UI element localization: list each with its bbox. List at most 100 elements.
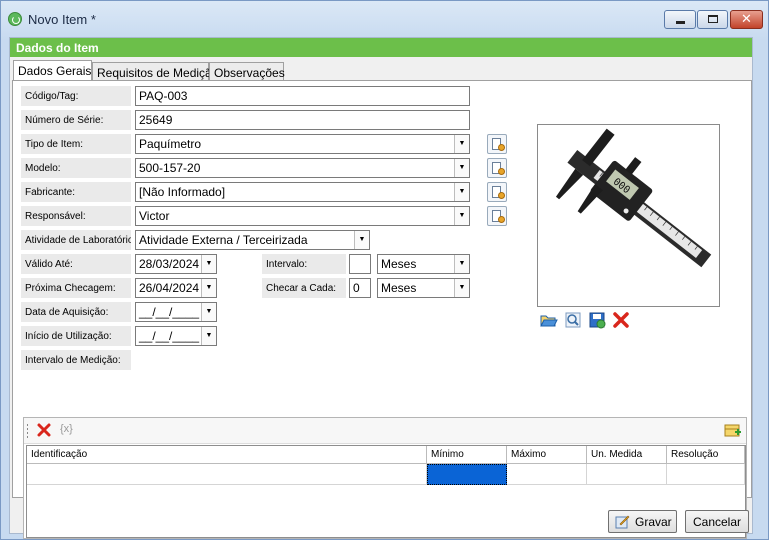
modelo-value: 500-157-20 <box>139 161 201 175</box>
gear-icon <box>498 216 505 223</box>
checar-input[interactable]: 0 <box>349 278 371 298</box>
intervalo-unit-select[interactable]: Meses ▼ <box>377 254 470 274</box>
fabricante-edit-button[interactable] <box>487 182 507 202</box>
chevron-down-icon[interactable]: ▼ <box>201 327 216 345</box>
delete-icon[interactable] <box>612 311 630 329</box>
magnify-icon[interactable] <box>564 311 582 329</box>
aquisicao-value: __/__/____ <box>139 305 200 319</box>
chevron-down-icon[interactable]: ▼ <box>201 303 216 321</box>
valido-value: 28/03/2024 <box>139 257 200 271</box>
proxima-value: 26/04/2024 <box>139 281 200 295</box>
save-icon[interactable] <box>588 311 606 329</box>
minimize-button[interactable] <box>664 10 696 29</box>
grip-icon <box>27 424 28 438</box>
inicio-date-picker[interactable]: __/__/____ ▼ <box>135 326 217 346</box>
fabricante-value: [Não Informado] <box>139 185 226 199</box>
formula-icon[interactable]: {x} <box>60 423 73 435</box>
column-header-identificacao[interactable]: Identificação <box>27 446 427 464</box>
dialog-body: Dados do Item Dados Gerais Requisitos de… <box>9 37 753 539</box>
maximize-icon <box>708 15 718 23</box>
responsavel-select[interactable]: Victor ▼ <box>135 206 470 226</box>
item-photo: 000 <box>537 124 720 307</box>
intervalo-unit-value: Meses <box>381 257 417 271</box>
intervalo-input[interactable] <box>349 254 371 274</box>
atividade-label: Atividade de Laboratório: <box>21 230 131 250</box>
gear-icon <box>498 144 505 151</box>
edit-save-icon <box>615 515 630 529</box>
valido-date-picker[interactable]: 28/03/2024 ▼ <box>135 254 217 274</box>
window-title: Novo Item * <box>28 12 96 27</box>
inicio-label: Início de Utilização: <box>21 326 131 346</box>
chevron-down-icon[interactable]: ▼ <box>454 135 469 153</box>
tab-panel: Código/Tag: PAQ-003 Número de Série: 256… <box>12 80 752 539</box>
table-cell-selected[interactable] <box>427 464 507 485</box>
dialog-window: Novo Item * ✕ Dados do Item Dados Gerais… <box>0 0 769 540</box>
folder-open-icon[interactable] <box>540 311 558 329</box>
column-header-minimo[interactable]: Mínimo <box>427 446 507 464</box>
responsavel-edit-button[interactable] <box>487 206 507 226</box>
intervalo-label: Intervalo: <box>262 254 346 274</box>
tab-dados-gerais[interactable]: Dados Gerais <box>13 60 92 81</box>
checar-unit-select[interactable]: Meses ▼ <box>377 278 470 298</box>
caliper-image: 000 <box>555 128 712 268</box>
grid-toolbar: {x} <box>24 418 746 444</box>
chevron-down-icon[interactable]: ▼ <box>454 183 469 201</box>
chevron-down-icon[interactable]: ▼ <box>454 279 469 297</box>
valido-label: Válido Até: <box>21 254 131 274</box>
aquisicao-label: Data de Aquisição: <box>21 302 131 322</box>
gear-icon <box>498 168 505 175</box>
intervalo-medicao-label: Intervalo de Medição: <box>21 350 131 370</box>
chevron-down-icon[interactable]: ▼ <box>454 159 469 177</box>
table-cell[interactable] <box>27 464 427 485</box>
tipo-select[interactable]: Paquímetro ▼ <box>135 134 470 154</box>
serie-input[interactable]: 25649 <box>135 110 470 130</box>
codigo-input[interactable]: PAQ-003 <box>135 86 470 106</box>
minimize-icon <box>676 21 685 24</box>
checar-label: Checar a Cada: <box>262 278 346 298</box>
codigo-label: Código/Tag: <box>21 86 131 106</box>
tab-requisitos-medicao[interactable]: Requisitos de Medição <box>92 62 218 81</box>
chevron-down-icon[interactable]: ▼ <box>201 255 216 273</box>
table-cell[interactable] <box>507 464 587 485</box>
atividade-value: Atividade Externa / Terceirizada <box>139 233 308 247</box>
aquisicao-date-picker[interactable]: __/__/____ ▼ <box>135 302 217 322</box>
table-cell[interactable] <box>667 464 745 485</box>
maximize-button[interactable] <box>697 10 728 29</box>
cancel-button[interactable]: Cancelar <box>685 510 749 533</box>
table-cell[interactable] <box>587 464 667 485</box>
save-label: Gravar <box>635 515 672 529</box>
modelo-edit-button[interactable] <box>487 158 507 178</box>
tipo-label: Tipo de Item: <box>21 134 131 154</box>
section-header: Dados do Item <box>10 38 752 57</box>
inicio-value: __/__/____ <box>139 329 200 343</box>
proxima-label: Próxima Checagem: <box>21 278 131 298</box>
tipo-edit-button[interactable] <box>487 134 507 154</box>
checar-unit-value: Meses <box>381 281 417 295</box>
modelo-select[interactable]: 500-157-20 ▼ <box>135 158 470 178</box>
close-button[interactable]: ✕ <box>730 10 763 29</box>
delete-icon[interactable] <box>36 422 52 438</box>
chevron-down-icon[interactable]: ▼ <box>201 279 216 297</box>
column-header-resolucao[interactable]: Resolução <box>667 446 745 464</box>
close-icon: ✕ <box>741 11 752 26</box>
column-header-un-medida[interactable]: Un. Medida <box>587 446 667 464</box>
responsavel-value: Victor <box>139 209 170 223</box>
add-row-icon[interactable] <box>724 423 742 438</box>
save-button[interactable]: Gravar <box>608 510 677 533</box>
tab-observacoes[interactable]: Observações <box>209 62 285 81</box>
title-bar[interactable]: Novo Item * ✕ <box>1 1 768 35</box>
gear-icon <box>498 192 505 199</box>
chevron-down-icon[interactable]: ▼ <box>354 231 369 249</box>
chevron-down-icon[interactable]: ▼ <box>454 207 469 225</box>
serie-label: Número de Série: <box>21 110 131 130</box>
app-icon <box>8 12 22 26</box>
modelo-label: Modelo: <box>21 158 131 178</box>
fabricante-select[interactable]: [Não Informado] ▼ <box>135 182 470 202</box>
chevron-down-icon[interactable]: ▼ <box>454 255 469 273</box>
column-header-maximo[interactable]: Máximo <box>507 446 587 464</box>
fabricante-label: Fabricante: <box>21 182 131 202</box>
tipo-value: Paquímetro <box>139 137 202 151</box>
atividade-select[interactable]: Atividade Externa / Terceirizada ▼ <box>135 230 370 250</box>
proxima-date-picker[interactable]: 26/04/2024 ▼ <box>135 278 217 298</box>
responsavel-label: Responsável: <box>21 206 131 226</box>
